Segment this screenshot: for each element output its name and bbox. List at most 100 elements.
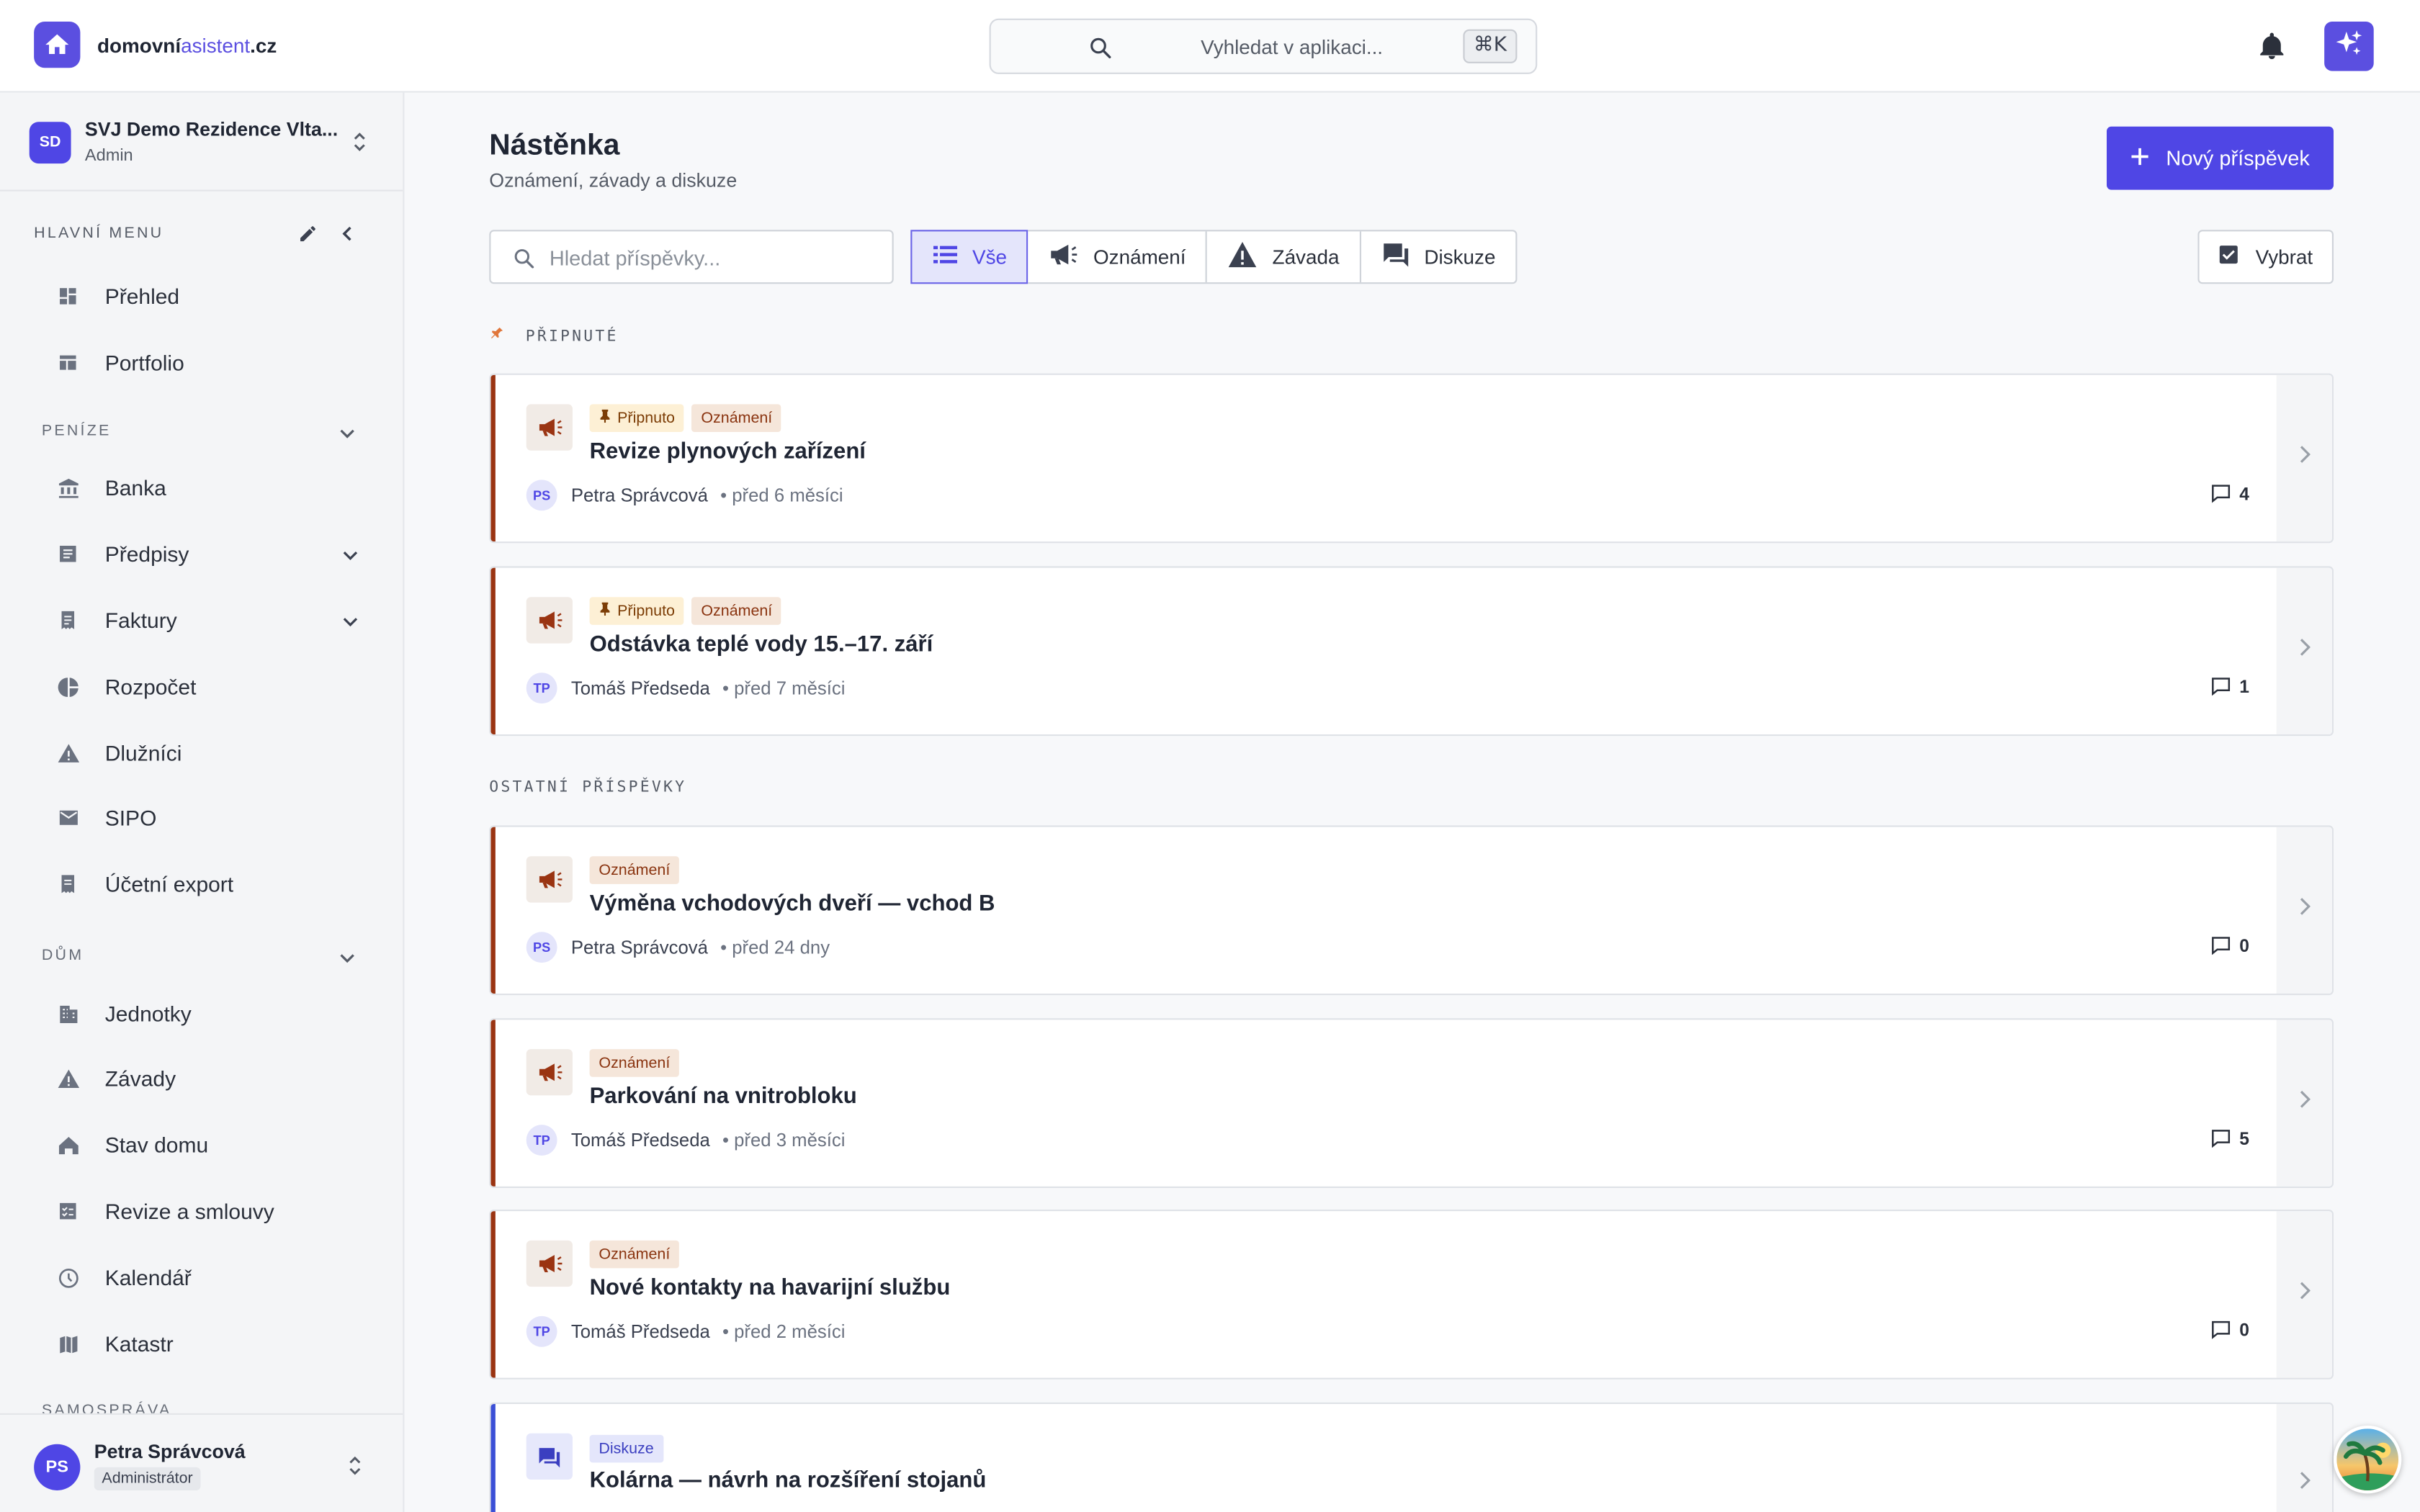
open-post-button[interactable] [2276, 374, 2332, 542]
sidebar-item-portfolio[interactable]: Portfolio [43, 336, 375, 389]
sidebar-item-label: Kalendář [104, 1265, 192, 1290]
ai-assistant-button[interactable] [2324, 22, 2374, 71]
post-card[interactable]: Diskuze Kolárna — návrh na rozšíření sto… [489, 1402, 2334, 1512]
filter-diskuze[interactable]: Diskuze [1361, 231, 1515, 282]
sidebar-item-faktury[interactable]: Faktury [43, 594, 375, 647]
post-card[interactable]: Připnuto Oznámení Odstávka teplé vody 15… [489, 566, 2334, 737]
other-section-label: OSTATNÍ PŘÍSPĚVKY [489, 779, 687, 796]
open-post-button[interactable] [2276, 1211, 2332, 1378]
type-accent-bar [490, 1211, 496, 1378]
chevron-updown-icon [350, 131, 369, 161]
filter-zavada[interactable]: Závada [1208, 231, 1361, 283]
megaphone-icon [526, 856, 573, 903]
pinned-section-label: PŘIPNUTÉ [489, 325, 618, 346]
comment-count-value: 0 [2239, 1322, 2250, 1341]
global-search[interactable]: Vyhledat v aplikaci... ⌘K [989, 18, 1538, 74]
section-dum[interactable]: DŮM [42, 948, 84, 965]
type-badge: Diskuze [589, 1434, 663, 1463]
new-post-button[interactable]: Nový příspěvek [2107, 126, 2334, 190]
type-accent-bar [490, 567, 496, 734]
post-title[interactable]: Výměna vchodových dveří — vchod B [590, 892, 995, 917]
edit-menu-icon[interactable] [298, 224, 318, 252]
chevron-right-icon [2298, 444, 2311, 472]
post-time: • před 6 měsíci [720, 484, 843, 506]
sidebar-item-zavady[interactable]: Závady [43, 1052, 375, 1104]
comment-count: 0 [2210, 1319, 2249, 1344]
sidebar-item-label: Přehled [104, 284, 180, 309]
open-post-button[interactable] [2276, 1403, 2332, 1512]
comment-count: 0 [2210, 935, 2249, 960]
bell-icon[interactable] [2257, 30, 2287, 71]
select-button[interactable]: Vybrat [2197, 230, 2334, 284]
post-search-input[interactable] [549, 243, 874, 272]
post-title[interactable]: Nové kontakty na havarijní službu [590, 1276, 951, 1300]
sidebar-item-prehled[interactable]: Přehled [43, 270, 375, 323]
sidebar-item-dluznici[interactable]: Dlužníci [43, 726, 375, 779]
post-card[interactable]: Oznámení Nové kontakty na havarijní služ… [489, 1210, 2334, 1380]
type-accent-bar [490, 827, 496, 994]
filter-oznameni[interactable]: Oznámení [1028, 231, 1208, 283]
sidebar-item-label: Předpisy [104, 541, 189, 567]
sidebar-item-sipo[interactable]: SIPO [43, 791, 375, 844]
chevron-down-icon[interactable] [338, 948, 357, 976]
home-logo-icon[interactable] [34, 22, 81, 68]
sidebar-item-katastr[interactable]: Katastr [43, 1318, 375, 1370]
type-accent-bar [490, 1403, 496, 1512]
chat-assistant-avatar[interactable] [2334, 1425, 2402, 1494]
open-post-button[interactable] [2276, 827, 2332, 994]
post-title[interactable]: Revize plynových zařízení [590, 440, 866, 464]
open-post-button[interactable] [2276, 567, 2332, 734]
sidebar-item-label: SIPO [104, 805, 157, 830]
chevron-right-icon [2298, 1089, 2311, 1117]
forum-icon [1381, 240, 1410, 273]
org-avatar: SD [29, 122, 71, 164]
main-content: Nástěnka Oznámení, závady a diskuze Nový… [404, 93, 2420, 1512]
section-penize[interactable]: PENÍZE [42, 423, 112, 440]
post-card[interactable]: Připnuto Oznámení Revize plynových zaříz… [489, 373, 2334, 544]
sidebar-item-rozpocet[interactable]: Rozpočet [43, 660, 375, 713]
post-card[interactable]: Oznámení Parkování na vnitrobloku TP Tom… [489, 1018, 2334, 1188]
collapse-sidebar-icon[interactable] [338, 224, 357, 252]
author-avatar: TP [526, 1125, 557, 1156]
org-switcher[interactable]: SD SVJ Demo Rezidence Vlta... Admin [0, 93, 403, 192]
sidebar-item-kalendar[interactable]: Kalendář [43, 1251, 375, 1304]
user-menu[interactable]: PS Petra Správcová Administrátor [0, 1413, 403, 1512]
sidebar-item-banka[interactable]: Banka [43, 462, 375, 514]
export-icon [55, 872, 80, 896]
type-accent-bar [490, 374, 496, 542]
post-title[interactable]: Parkování na vnitrobloku [590, 1084, 857, 1109]
open-post-button[interactable] [2276, 1020, 2332, 1187]
sidebar-item-label: Katastr [104, 1331, 174, 1356]
megaphone-icon [1049, 242, 1080, 271]
post-time: • před 3 měsíci [722, 1129, 846, 1151]
sidebar-item-jednotky[interactable]: Jednotky [43, 987, 375, 1040]
plus-icon [2130, 146, 2151, 171]
post-search[interactable] [489, 230, 894, 284]
chevron-down-icon[interactable] [341, 611, 360, 639]
type-badge: Oznámení [589, 1240, 680, 1269]
user-avatar: PS [34, 1444, 81, 1490]
brand-name[interactable]: domovníasistent.cz [97, 34, 277, 57]
sidebar-item-label: Faktury [104, 608, 177, 633]
post-card[interactable]: Oznámení Výměna vchodových dveří — vchod… [489, 825, 2334, 996]
megaphone-icon [526, 1049, 573, 1096]
post-title[interactable]: Kolárna — návrh na rozšíření stojanů [590, 1469, 987, 1493]
sparkle-icon [2334, 27, 2365, 66]
sidebar-item-ucetni-export[interactable]: Účetní export [43, 858, 375, 910]
sidebar-item-stav-domu[interactable]: Stav domu [43, 1119, 375, 1171]
chevron-down-icon[interactable] [341, 544, 360, 572]
comment-count-value: 5 [2239, 1130, 2250, 1150]
bank-icon [55, 475, 80, 500]
pinned-badge-text: Připnuto [617, 409, 675, 427]
list-icon [55, 541, 80, 566]
sidebar-item-predpisy[interactable]: Předpisy [43, 528, 375, 580]
filter-vse[interactable]: Vše [910, 230, 1029, 284]
chevron-right-icon [2298, 1470, 2311, 1498]
chevron-down-icon[interactable] [338, 423, 357, 451]
house-status-icon [55, 1133, 80, 1157]
post-title[interactable]: Odstávka teplé vody 15.–17. září [590, 633, 933, 657]
sidebar-item-label: Účetní export [104, 871, 234, 896]
sidebar-item-revize[interactable]: Revize a smlouvy [43, 1185, 375, 1238]
org-name: SVJ Demo Rezidence Vlta... [84, 119, 339, 140]
sidebar-item-label: Závady [104, 1066, 176, 1091]
